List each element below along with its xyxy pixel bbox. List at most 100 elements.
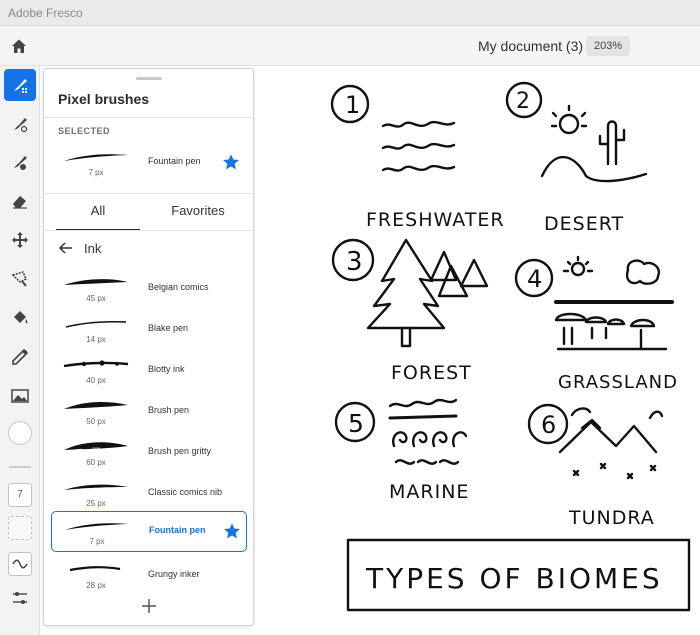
section-number: 5 xyxy=(348,409,365,438)
category-label: Ink xyxy=(84,241,102,256)
brush-tabs: All Favorites xyxy=(44,197,253,231)
document-title[interactable]: My document (3) xyxy=(478,38,583,54)
brush-list-item[interactable]: 14 px Blake pen xyxy=(44,310,253,351)
vector-brush-icon xyxy=(14,156,27,170)
sliders-icon xyxy=(13,592,27,604)
biome-label: MARINE xyxy=(389,481,469,503)
selected-brush[interactable]: 7 px Fountain pen xyxy=(44,143,253,184)
banner-title: TYPES OF BIOMES xyxy=(365,562,663,595)
biome-label: FOREST xyxy=(391,362,472,384)
brush-stroke-preview xyxy=(65,320,127,328)
zoom-level[interactable]: 203% xyxy=(586,36,631,56)
brush-list-item-selected[interactable]: 7 px Fountain pen xyxy=(51,511,247,552)
panel-title: Pixel brushes xyxy=(58,91,150,107)
brush-size-label: 28 px xyxy=(86,581,106,590)
brush-size-label: 50 px xyxy=(86,417,106,426)
brush-size-control[interactable]: 7 xyxy=(8,483,32,507)
brush-stroke-preview xyxy=(63,360,129,368)
brush-size-label: 25 px xyxy=(86,499,106,508)
section-number: 1 xyxy=(345,91,361,119)
tool-bar: 7 xyxy=(0,66,40,635)
brush-name: Brush pen xyxy=(148,405,190,415)
drawing-canvas[interactable]: 1 2 3 4 5 6 FRESHWATER DESERT FOREST GRA… xyxy=(256,66,700,635)
home-button[interactable] xyxy=(8,35,30,57)
brush-name: Fountain pen xyxy=(148,156,201,166)
biome-label: FRESHWATER xyxy=(366,209,505,231)
brush-name: Grungy inker xyxy=(148,569,200,579)
section-number: 6 xyxy=(541,411,557,439)
brush-list-item[interactable]: 50 px Brush pen xyxy=(44,392,253,433)
brush-name: Fountain pen xyxy=(149,525,206,535)
biome-label: TUNDRA xyxy=(568,507,655,529)
section-number: 4 xyxy=(527,265,543,293)
brush-smoothing-control[interactable] xyxy=(8,552,32,576)
tab-favorites[interactable]: Favorites xyxy=(154,203,242,231)
lasso-icon xyxy=(11,271,27,287)
top-bar: My document (3) 203% xyxy=(0,26,700,66)
brush-stroke-preview xyxy=(64,442,128,451)
brush-list-item[interactable]: 28 px Grungy inker xyxy=(44,556,253,597)
panel-divider xyxy=(44,193,253,194)
star-icon[interactable] xyxy=(222,153,240,171)
fill-bucket-icon xyxy=(14,311,28,324)
brush-stroke-preview xyxy=(69,566,121,572)
brush-name: Belgian comics xyxy=(148,282,209,292)
biome-label: DESERT xyxy=(544,213,624,235)
lasso-tool[interactable] xyxy=(4,263,36,295)
brush-size-label: 7 px xyxy=(88,168,104,177)
brush-size-label: 60 px xyxy=(86,458,106,467)
vector-brush-tool[interactable] xyxy=(4,146,36,178)
brush-settings-button[interactable] xyxy=(8,586,32,610)
color-swatch[interactable] xyxy=(8,421,32,445)
star-icon[interactable] xyxy=(223,522,241,540)
biomes-sketch: 1 2 3 4 5 6 FRESHWATER DESERT FOREST GRA… xyxy=(330,81,691,612)
pixel-brush-icon xyxy=(14,79,27,93)
home-icon xyxy=(12,39,26,53)
eraser-icon xyxy=(13,196,27,209)
app-title: Adobe Fresco xyxy=(8,6,83,20)
biome-label: GRASSLAND xyxy=(558,372,678,393)
brush-opacity-control[interactable] xyxy=(8,516,32,540)
fill-tool[interactable] xyxy=(4,302,36,334)
brush-name: Classic comics nib xyxy=(148,487,223,497)
brush-name: Blotty ink xyxy=(148,364,185,374)
move-icon xyxy=(12,232,28,248)
panel-divider xyxy=(44,230,253,231)
panel-drag-handle[interactable] xyxy=(136,77,162,80)
live-brush-icon xyxy=(14,118,28,133)
brush-list-item[interactable]: 40 px Blotty ink xyxy=(44,351,253,392)
brush-list-item[interactable]: 45 px Belgian comics xyxy=(44,269,253,310)
tab-all[interactable]: All xyxy=(56,203,140,231)
brush-name: Brush pen gritty xyxy=(148,446,212,456)
brush-size-label: 14 px xyxy=(86,335,106,344)
toolbar-divider xyxy=(9,466,31,468)
live-brush-tool[interactable] xyxy=(4,108,36,140)
brush-stroke-preview xyxy=(64,154,128,161)
eyedropper-tool[interactable] xyxy=(4,341,36,373)
title-bar: Adobe Fresco xyxy=(0,0,700,26)
eraser-tool[interactable] xyxy=(4,185,36,217)
brush-stroke-preview xyxy=(64,401,128,409)
arrow-left-icon[interactable] xyxy=(58,240,74,256)
brush-size-label: 40 px xyxy=(86,376,106,385)
image-icon xyxy=(11,389,29,403)
brush-size-label: 45 px xyxy=(86,294,106,303)
wave-icon xyxy=(12,559,28,569)
category-header[interactable]: Ink xyxy=(44,237,253,261)
brush-panel: Pixel brushes SELECTED 7 px Fountain pen… xyxy=(43,68,254,626)
brush-stroke-preview xyxy=(65,523,129,530)
brush-list-item[interactable]: 60 px Brush pen gritty xyxy=(44,433,253,474)
brush-stroke-preview xyxy=(64,279,128,285)
brush-name: Blake pen xyxy=(148,323,189,333)
image-tool[interactable] xyxy=(4,380,36,412)
brush-list-item[interactable]: 25 px Classic comics nib xyxy=(44,474,253,515)
add-brush-plus-icon[interactable] xyxy=(140,597,158,615)
brush-stroke-preview xyxy=(64,484,128,490)
eyedropper-icon xyxy=(12,348,29,365)
brush-size-label: 7 px xyxy=(89,537,105,546)
move-tool[interactable] xyxy=(4,224,36,256)
panel-divider xyxy=(44,117,253,118)
section-number: 3 xyxy=(346,247,364,277)
pixel-brush-tool[interactable] xyxy=(4,69,36,101)
selected-section-label: SELECTED xyxy=(58,126,111,136)
